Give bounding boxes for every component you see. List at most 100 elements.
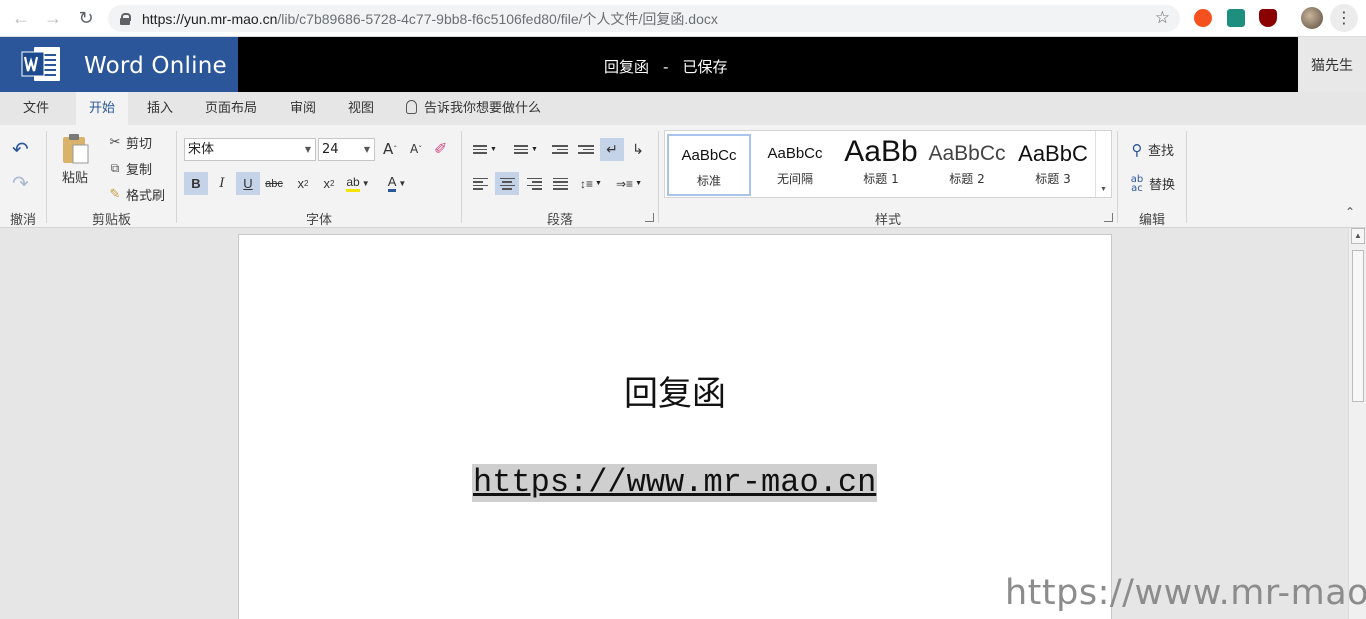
app-brand[interactable]: Word Online xyxy=(0,37,238,92)
tell-me-box[interactable]: 告诉我你想要做什么 xyxy=(393,92,554,125)
tab-page-layout[interactable]: 页面布局 xyxy=(192,92,270,125)
shrink-font-icon: A xyxy=(410,142,419,156)
style-sample: AaBbCc xyxy=(767,145,823,162)
find-button[interactable]: ⚲ 查找 xyxy=(1128,140,1175,160)
bookmark-star-icon[interactable]: ☆ xyxy=(1155,8,1170,28)
chevron-down-icon: ▼ xyxy=(490,146,497,153)
paintbrush-icon: ✎ xyxy=(109,187,121,202)
styles-gallery: AaBbCc 标准 AaBbCc 无间隔 AaBb 标题 1 AaBbCc 标题… xyxy=(664,130,1112,198)
gallery-more-button[interactable]: ▼ xyxy=(1095,131,1111,197)
reload-icon[interactable]: ↻ xyxy=(70,2,102,34)
profile-avatar[interactable] xyxy=(1301,7,1323,29)
justify-icon[interactable] xyxy=(548,172,572,195)
document-page[interactable]: 回复函 https://www.mr-mao.cn xyxy=(238,234,1112,619)
bullets-button[interactable]: ▼ xyxy=(468,138,502,161)
shrink-font-button[interactable]: Aˇ xyxy=(410,142,422,156)
format-painter-button[interactable]: ✎ 格式刷 xyxy=(107,185,165,204)
font-group-label: 字体 xyxy=(306,213,333,228)
style-normal[interactable]: AaBbCc 标准 xyxy=(667,134,751,196)
vertical-scrollbar[interactable]: ▲ xyxy=(1348,228,1366,619)
copy-label: 复制 xyxy=(126,163,153,178)
line-spacing-button[interactable]: ↕≡ ▼ xyxy=(576,172,606,195)
increase-indent-icon[interactable] xyxy=(574,138,598,161)
group-divider xyxy=(461,131,462,223)
tab-file[interactable]: 文件 xyxy=(10,92,62,125)
tab-insert[interactable]: 插入 xyxy=(134,92,186,125)
redo-icon[interactable]: ↷ xyxy=(12,171,29,195)
scroll-thumb[interactable] xyxy=(1352,250,1364,402)
extension-icon[interactable] xyxy=(1194,9,1212,27)
align-right-icon[interactable] xyxy=(522,172,546,195)
underline-button[interactable]: U xyxy=(236,172,260,195)
paragraph-dialog-launcher-icon[interactable] xyxy=(645,213,654,222)
ltr-direction-icon[interactable]: ↵ xyxy=(600,138,624,161)
superscript-button[interactable]: x2 xyxy=(317,172,341,195)
group-divider xyxy=(1186,131,1187,223)
style-heading-3[interactable]: AaBbC 标题 3 xyxy=(1011,134,1095,196)
document-heading[interactable]: 回复函 xyxy=(239,366,1111,415)
document-title-bar[interactable]: 回复函 - 已保存 xyxy=(604,56,727,77)
undo-icon[interactable]: ↶ xyxy=(12,137,29,161)
style-no-spacing[interactable]: AaBbCc 无间隔 xyxy=(753,134,837,196)
bold-button[interactable]: B xyxy=(184,172,208,195)
chevron-down-icon[interactable]: ▼ xyxy=(364,139,370,160)
paste-button[interactable]: 粘贴 xyxy=(60,133,90,186)
extension-icon[interactable] xyxy=(1227,9,1245,27)
subscript-button[interactable]: x2 xyxy=(291,172,315,195)
scissors-icon: ✂ xyxy=(109,135,121,150)
scroll-up-icon[interactable]: ▲ xyxy=(1351,228,1365,244)
align-left-icon[interactable] xyxy=(468,172,492,195)
title-separator: - xyxy=(663,58,669,76)
cut-button[interactable]: ✂ 剪切 xyxy=(107,133,152,152)
document-link-selected[interactable]: https://www.mr-mao.cn xyxy=(472,464,878,502)
styles-dialog-launcher-icon[interactable] xyxy=(1104,213,1113,222)
paste-label: 粘贴 xyxy=(61,171,88,186)
app-name[interactable]: Word Online xyxy=(84,53,227,79)
style-sample: AaBb xyxy=(844,135,918,168)
strikethrough-button[interactable]: abc xyxy=(262,172,286,195)
replace-label: 替换 xyxy=(1149,178,1176,193)
font-color-button[interactable]: A ▼ xyxy=(382,172,412,195)
paste-icon xyxy=(63,134,89,164)
paragraph-group-label: 段落 xyxy=(547,213,574,228)
format-painter-label: 格式刷 xyxy=(126,189,166,204)
ribbon: ↶ ↷ 撤消 粘贴 ✂ 剪切 ⧉ 复制 ✎ 格式刷 剪贴板 宋体 ▼ 24 ▼ … xyxy=(0,125,1366,228)
tab-home[interactable]: 开始 xyxy=(76,92,129,125)
document-name[interactable]: 回复函 xyxy=(604,58,649,76)
chevron-down-icon[interactable]: ▼ xyxy=(305,139,311,160)
grow-font-icon: A xyxy=(383,140,394,158)
style-heading-1[interactable]: AaBb 标题 1 xyxy=(839,134,923,196)
tab-view[interactable]: 视图 xyxy=(335,92,387,125)
shield-extension-icon[interactable] xyxy=(1259,9,1277,27)
tab-review[interactable]: 审阅 xyxy=(277,92,329,125)
search-icon: ⚲ xyxy=(1131,140,1143,159)
group-divider xyxy=(46,131,47,223)
forward-arrow-icon[interactable]: → xyxy=(37,2,69,34)
font-size-value: 24 xyxy=(322,142,339,157)
paragraph-spacing-button[interactable]: ⇒≡ ▼ xyxy=(614,172,644,195)
user-account-button[interactable]: 猫先生 xyxy=(1298,37,1366,92)
font-size-combo[interactable]: 24 ▼ xyxy=(318,138,375,161)
font-name-combo[interactable]: 宋体 ▼ xyxy=(184,138,316,161)
rtl-direction-icon[interactable]: ↳ xyxy=(626,138,650,161)
bullet-list-icon xyxy=(473,145,488,154)
grow-font-button[interactable]: Aˆ xyxy=(383,140,397,158)
decrease-indent-icon[interactable] xyxy=(548,138,572,161)
style-heading-2[interactable]: AaBbCc 标题 2 xyxy=(925,134,1009,196)
lightbulb-icon xyxy=(406,100,417,114)
copy-button[interactable]: ⧉ 复制 xyxy=(107,159,152,178)
collapse-ribbon-icon[interactable]: ⌃ xyxy=(1345,205,1355,219)
replace-button[interactable]: ab ac 替换 xyxy=(1128,174,1175,193)
paragraph-spacing-icon: ⇒≡ xyxy=(616,176,634,191)
numbering-button[interactable]: ▼ xyxy=(509,138,543,161)
back-arrow-icon[interactable]: ← xyxy=(5,2,37,34)
style-sample: AaBbCc xyxy=(928,142,1006,165)
clear-formatting-icon[interactable]: ✐ xyxy=(434,139,447,158)
align-center-icon[interactable] xyxy=(495,172,519,195)
address-bar[interactable]: https://yun.mr-mao.cn/lib/c7b89686-5728-… xyxy=(108,5,1180,32)
browser-menu-icon[interactable]: ⋮ xyxy=(1330,4,1358,32)
highlighter-icon: ab xyxy=(346,175,360,192)
highlight-button[interactable]: ab ▼ xyxy=(343,172,373,195)
save-status: 已保存 xyxy=(682,58,728,76)
italic-button[interactable]: I xyxy=(210,172,234,195)
